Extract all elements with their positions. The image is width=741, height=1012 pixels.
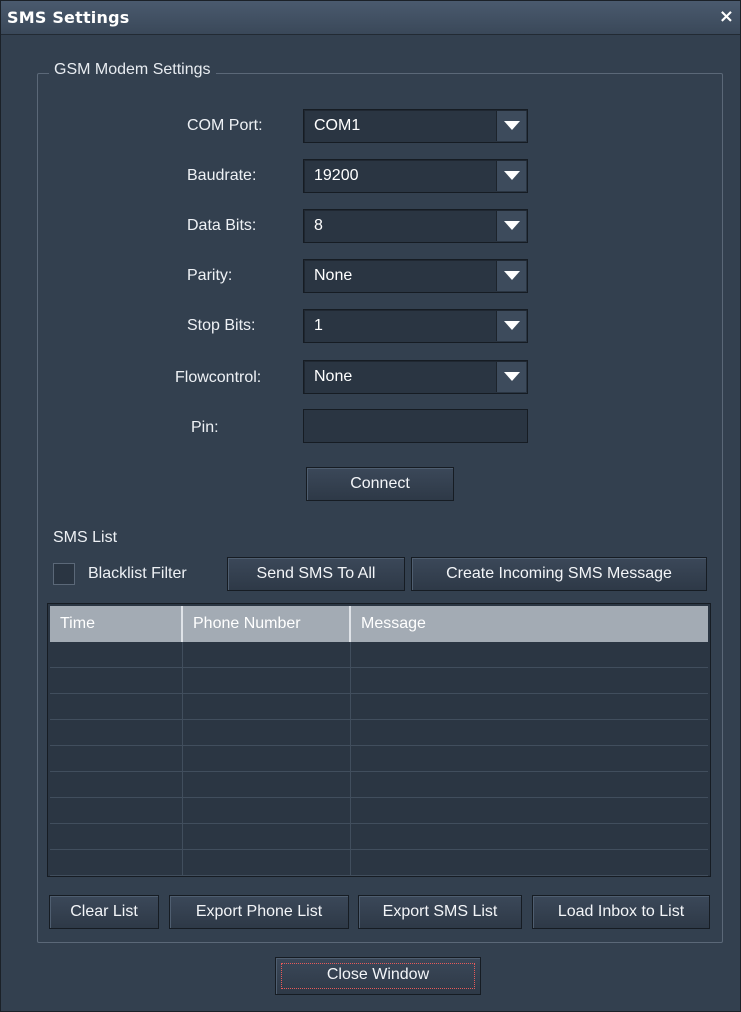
export-phone-list-button[interactable]: Export Phone List (169, 895, 349, 929)
send-sms-to-all-button[interactable]: Send SMS To All (227, 557, 405, 591)
chevron-down-icon[interactable] (496, 211, 526, 241)
blacklist-filter-checkbox[interactable] (53, 563, 75, 585)
column-header-time[interactable]: Time (50, 606, 183, 642)
table-row (50, 772, 708, 798)
table-row (50, 720, 708, 746)
parity-select[interactable]: None (303, 259, 528, 293)
chevron-down-icon[interactable] (496, 161, 526, 191)
flowcontrol-label: Flowcontrol: (175, 369, 262, 386)
gsm-modem-settings-legend: GSM Modem Settings (49, 61, 216, 79)
table-header: Time Phone Number Message (50, 606, 708, 642)
parity-value: None (314, 267, 353, 284)
chevron-down-icon[interactable] (496, 261, 526, 291)
table-row (50, 746, 708, 772)
window-title: SMS Settings (7, 8, 130, 27)
data-bits-label: Data Bits: (187, 217, 257, 234)
chevron-down-icon[interactable] (496, 311, 526, 341)
pin-input[interactable] (303, 409, 528, 443)
export-sms-list-button[interactable]: Export SMS List (358, 895, 522, 929)
close-window-button[interactable]: Close Window (275, 957, 481, 995)
create-incoming-sms-button[interactable]: Create Incoming SMS Message (411, 557, 707, 591)
pin-label: Pin: (191, 419, 219, 436)
close-window-label: Close Window (326, 966, 430, 983)
blacklist-filter-label: Blacklist Filter (88, 565, 187, 582)
sms-settings-window: SMS Settings × GSM Modem Settings COM Po… (0, 0, 741, 1012)
data-bits-value: 8 (314, 217, 323, 234)
baudrate-select[interactable]: 19200 (303, 159, 528, 193)
table-row (50, 694, 708, 720)
stop-bits-select[interactable]: 1 (303, 309, 528, 343)
table-row (50, 824, 708, 850)
table-row (50, 642, 708, 668)
close-icon[interactable]: × (719, 6, 734, 27)
parity-label: Parity: (187, 267, 233, 284)
com-port-value: COM1 (314, 117, 361, 134)
clear-list-button[interactable]: Clear List (49, 895, 159, 929)
table-row (50, 798, 708, 824)
sms-list-table[interactable]: Time Phone Number Message (47, 603, 711, 877)
com-port-select[interactable]: COM1 (303, 109, 528, 143)
flowcontrol-select[interactable]: None (303, 360, 528, 394)
baudrate-label: Baudrate: (187, 167, 257, 184)
stop-bits-label: Stop Bits: (187, 317, 256, 334)
flowcontrol-value: None (314, 368, 353, 385)
data-bits-select[interactable]: 8 (303, 209, 528, 243)
table-row (50, 668, 708, 694)
column-header-message[interactable]: Message (351, 606, 708, 642)
stop-bits-value: 1 (314, 317, 323, 334)
baudrate-value: 19200 (314, 167, 359, 184)
chevron-down-icon[interactable] (496, 111, 526, 141)
com-port-label: COM Port: (187, 117, 263, 134)
sms-list-title: SMS List (53, 529, 118, 546)
load-inbox-to-list-button[interactable]: Load Inbox to List (532, 895, 710, 929)
column-header-phone-number[interactable]: Phone Number (183, 606, 351, 642)
title-bar[interactable]: SMS Settings × (1, 1, 740, 35)
table-row (50, 850, 708, 876)
chevron-down-icon[interactable] (496, 362, 526, 392)
connect-button[interactable]: Connect (306, 467, 454, 501)
